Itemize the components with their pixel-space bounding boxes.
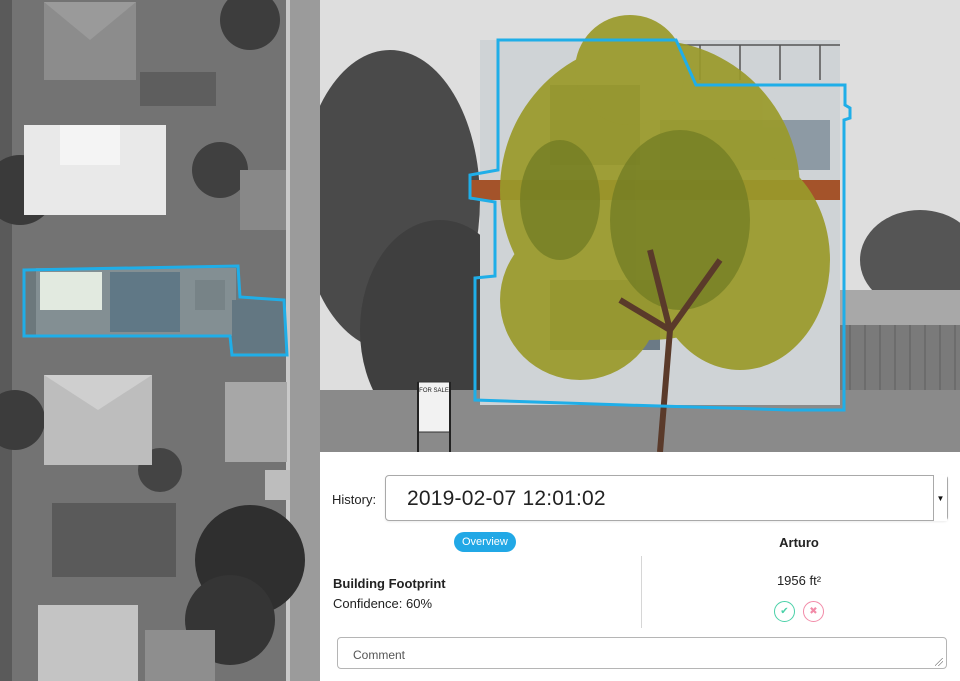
street-view-photo: FOR SALE xyxy=(320,0,960,452)
history-label: History: xyxy=(332,492,377,507)
history-select[interactable]: 2019-02-07 12:01:02 ▼ xyxy=(385,475,948,521)
close-icon: ✖ xyxy=(809,606,818,617)
aerial-image xyxy=(0,0,320,681)
resize-handle-icon[interactable] xyxy=(935,658,943,666)
check-icon: ✔ xyxy=(780,606,789,617)
review-panel: History: 2019-02-07 12:01:02 ▼ Overview … xyxy=(320,452,960,681)
sale-sign-text: FOR SALE xyxy=(419,388,449,394)
street-view-image: FOR SALE xyxy=(320,0,960,452)
feature-title: Building Footprint xyxy=(333,576,446,591)
comment-placeholder: Comment xyxy=(353,648,406,662)
area-value: 1956 ft² xyxy=(776,573,822,588)
accept-button[interactable]: ✔ xyxy=(774,601,795,622)
confidence-text: Confidence: 60% xyxy=(333,596,433,611)
reject-button[interactable]: ✖ xyxy=(803,601,824,622)
history-selected-value: 2019-02-07 12:01:02 xyxy=(407,487,606,510)
reviewer-name: Arturo xyxy=(779,535,819,550)
aerial-map xyxy=(0,0,320,681)
column-divider xyxy=(641,556,642,628)
caret-down-icon[interactable]: ▼ xyxy=(933,475,947,521)
comment-field[interactable]: Comment xyxy=(337,637,947,669)
tab-overview[interactable]: Overview xyxy=(454,532,516,552)
